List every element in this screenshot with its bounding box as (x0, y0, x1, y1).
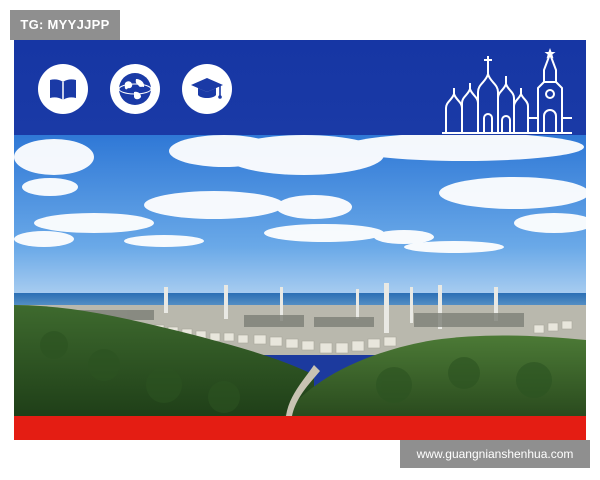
globe-icon (110, 64, 160, 114)
header-banner (14, 40, 586, 135)
refinery-landscape-photo (14, 135, 586, 416)
watermark-bottom: www.guangnianshenhua.com (400, 440, 590, 468)
book-icon (38, 64, 88, 114)
kremlin-skyline-icon (442, 48, 572, 134)
red-accent-bar (14, 416, 586, 440)
graduation-cap-icon (182, 64, 232, 114)
promo-card (14, 40, 586, 440)
watermark-top: TG: MYYJJPP (10, 10, 120, 40)
